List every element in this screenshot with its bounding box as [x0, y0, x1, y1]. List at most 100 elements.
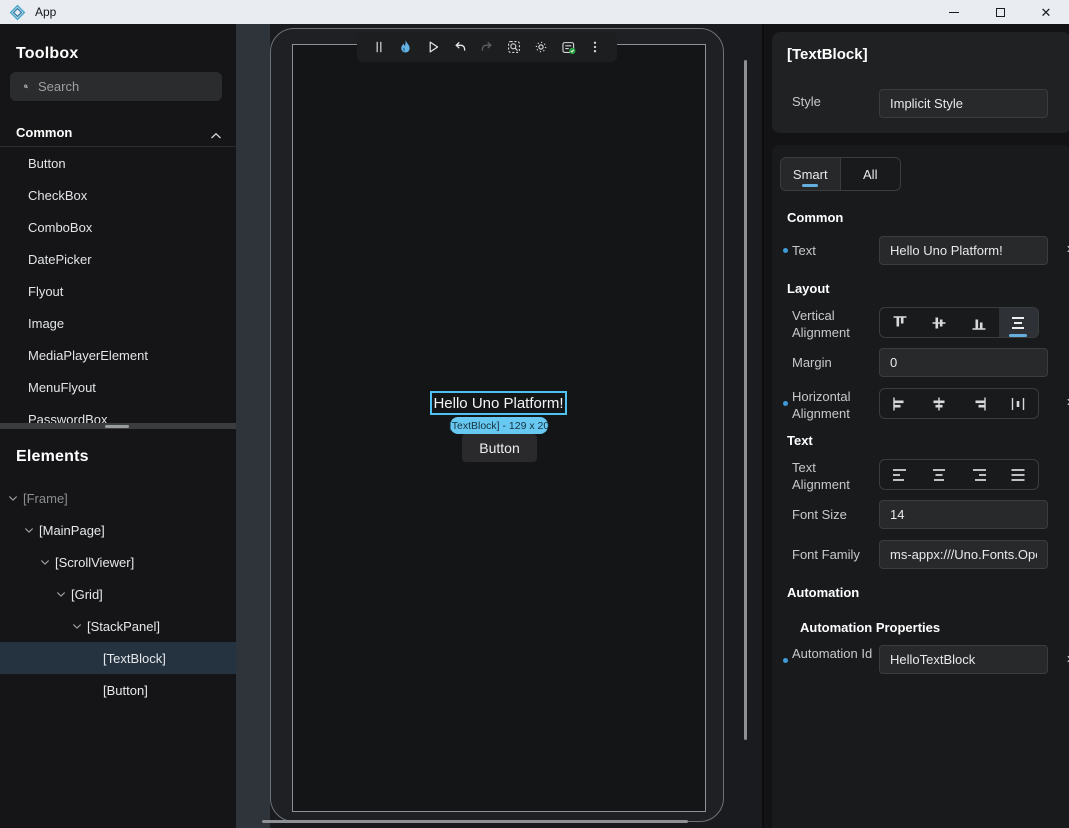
search-input[interactable] — [38, 79, 214, 94]
vertical-alignment-group — [879, 307, 1039, 338]
valign-center-button[interactable] — [920, 308, 960, 337]
tree-item[interactable]: [Grid] — [0, 578, 236, 610]
toolbox-item[interactable]: PasswordBox — [0, 403, 236, 435]
text-align-center-icon — [929, 465, 949, 485]
redo-button[interactable] — [475, 35, 499, 59]
toolbox-item[interactable]: MediaPlayerElement — [0, 339, 236, 371]
margin-input[interactable] — [879, 348, 1048, 377]
chevron-down-icon[interactable] — [40, 559, 55, 566]
theme-toggle-sun-icon[interactable] — [529, 35, 553, 59]
maximize-icon — [996, 8, 1005, 17]
tab-label: All — [863, 167, 877, 182]
maximize-button[interactable] — [977, 0, 1023, 24]
active-tab-indicator — [802, 184, 818, 187]
selection-size-badge: [TextBlock] - 129 x 20 — [450, 417, 548, 434]
toolbox-section-header[interactable]: Common — [0, 118, 236, 147]
valign-top-button[interactable] — [880, 308, 920, 337]
chevron-down-icon[interactable] — [24, 527, 39, 534]
minimize-button[interactable] — [931, 0, 977, 24]
halign-left-button[interactable] — [880, 389, 920, 418]
toolbox-item[interactable]: Flyout — [0, 275, 236, 307]
text-align-center-button[interactable] — [920, 460, 960, 489]
font-family-input[interactable] — [879, 540, 1048, 569]
stretch-horizontal-icon — [1008, 394, 1028, 414]
inspector-properties-card: Smart All Common Text ✕ Layout Vertical … — [772, 145, 1069, 828]
toolbox-horizontal-scrollbar[interactable] — [0, 423, 236, 429]
tree-item-label: [ScrollViewer] — [55, 555, 134, 570]
tree-item[interactable]: [Button] — [0, 674, 236, 706]
play-button[interactable] — [421, 35, 445, 59]
halign-stretch-button[interactable] — [999, 389, 1039, 418]
tree-item[interactable]: [MainPage] — [0, 514, 236, 546]
tree-item-label: [TextBlock] — [103, 651, 166, 666]
toolbox-item[interactable]: Button — [0, 147, 236, 179]
selected-element-title: [TextBlock] — [787, 46, 868, 63]
elements-tree: [Frame] [MainPage] [ScrollViewer] [Gri — [0, 482, 236, 706]
tree-item-label: [Grid] — [71, 587, 103, 602]
canvas-button[interactable]: Button — [462, 434, 537, 462]
scrollbar-thumb[interactable] — [105, 425, 129, 428]
toolbox-item-label: ComboBox — [28, 220, 92, 235]
minimize-icon — [949, 12, 959, 13]
tab-all[interactable]: All — [841, 158, 901, 190]
chevron-up-icon — [210, 127, 222, 145]
close-icon: ✕ — [1041, 6, 1052, 19]
undo-button[interactable] — [448, 35, 472, 59]
chevron-down-icon[interactable] — [8, 495, 23, 502]
section-label: Common — [16, 125, 72, 140]
panel-splitter[interactable] — [236, 24, 270, 828]
valign-bottom-button[interactable] — [959, 308, 999, 337]
canvas-horizontal-scrollbar[interactable] — [262, 820, 688, 823]
tree-item[interactable]: [ScrollViewer] — [0, 546, 236, 578]
canvas-vertical-scrollbar[interactable] — [744, 60, 747, 740]
canvas-textblock[interactable]: Hello Uno Platform! — [433, 395, 563, 412]
tab-label: Smart — [793, 167, 828, 182]
font-size-input[interactable] — [879, 500, 1048, 529]
style-input[interactable] — [879, 89, 1048, 118]
text-align-right-icon — [969, 465, 989, 485]
text-label: Text — [792, 243, 874, 260]
toolbox-item-label: Flyout — [28, 284, 63, 299]
toolbox-item-label: Button — [28, 156, 66, 171]
toolbox-item[interactable]: ComboBox — [0, 211, 236, 243]
more-options-kebab-icon[interactable] — [583, 35, 607, 59]
toolbox-item[interactable]: CheckBox — [0, 179, 236, 211]
text-align-left-button[interactable] — [880, 460, 920, 489]
horizontal-alignment-group — [879, 388, 1039, 419]
left-sidebar: Toolbox Common Button CheckBox ComboBox — [0, 24, 236, 828]
inspector-header-card: [TextBlock] Style — [772, 32, 1069, 133]
toolbox-item-label: MenuFlyout — [28, 380, 96, 395]
automation-id-input[interactable] — [879, 645, 1048, 674]
close-button[interactable]: ✕ — [1023, 0, 1069, 24]
halign-center-button[interactable] — [920, 389, 960, 418]
form-validation-button[interactable] — [556, 35, 580, 59]
text-input[interactable] — [879, 236, 1048, 265]
valign-stretch-button[interactable] — [999, 308, 1039, 337]
section-layout: Layout — [787, 281, 830, 296]
toolbox-item[interactable]: MenuFlyout — [0, 371, 236, 403]
tree-item[interactable]: [StackPanel] — [0, 610, 236, 642]
toolbar-drag-handle[interactable] — [367, 35, 391, 59]
inspector-tabs: Smart All — [780, 157, 901, 191]
toolbox-search[interactable] — [10, 72, 222, 101]
text-align-justify-button[interactable] — [999, 460, 1039, 489]
toolbox-item-label: CheckBox — [28, 188, 87, 203]
toolbox-item[interactable]: Image — [0, 307, 236, 339]
chevron-down-icon[interactable] — [56, 591, 71, 598]
text-align-right-button[interactable] — [959, 460, 999, 489]
toolbox-item[interactable]: DatePicker — [0, 243, 236, 275]
tree-item[interactable]: [Frame] — [0, 482, 236, 514]
toolbox-item-label: Image — [28, 316, 64, 331]
element-inspect-button[interactable] — [502, 35, 526, 59]
halign-right-button[interactable] — [959, 389, 999, 418]
align-left-icon — [890, 394, 910, 414]
tree-item-label: [MainPage] — [39, 523, 105, 538]
stretch-vertical-icon — [1008, 313, 1028, 333]
tree-item[interactable]: [TextBlock] — [0, 642, 236, 674]
hot-reload-flame-icon[interactable] — [394, 35, 418, 59]
tab-smart[interactable]: Smart — [781, 158, 841, 190]
horizontal-alignment-label: Horizontal Alignment — [792, 389, 874, 423]
tree-item-label: [Button] — [103, 683, 148, 698]
align-center-vertical-icon — [929, 313, 949, 333]
chevron-down-icon[interactable] — [72, 623, 87, 630]
